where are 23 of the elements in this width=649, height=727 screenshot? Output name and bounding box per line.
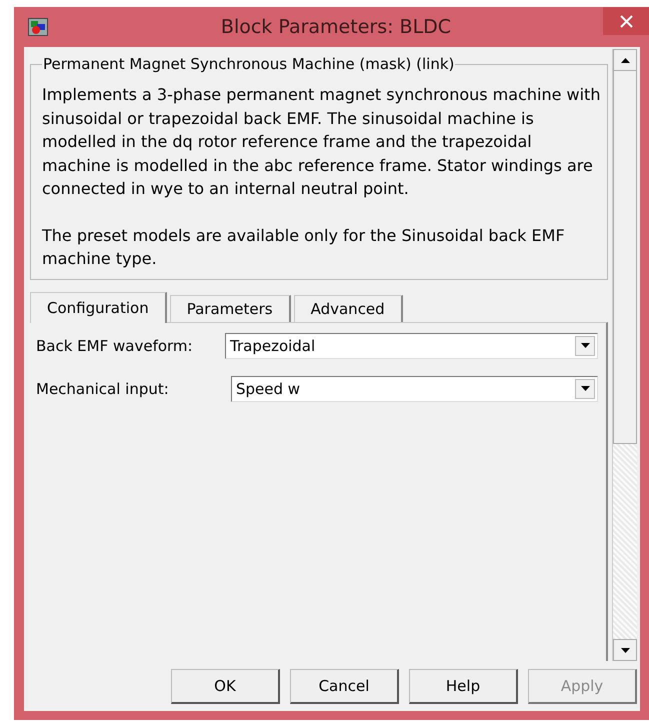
scrollbar[interactable] xyxy=(612,49,637,661)
tab[interactable]: Configuration xyxy=(30,292,167,322)
description-text: The preset models are available only for the Sinusoidal back EMF machine type. xyxy=(42,224,566,270)
dialog-button[interactable]: OK xyxy=(171,668,280,704)
block-diagram-icon xyxy=(28,18,48,36)
caret-icon xyxy=(580,386,590,391)
tab[interactable]: Advanced xyxy=(294,294,403,322)
dialog-button[interactable]: Cancel xyxy=(290,668,399,704)
scroll-thumb[interactable] xyxy=(613,71,637,444)
description-text: Implements a 3-phase permanent magnet synchronous machine with sinusoidal or trapezoidal back EMF. The sinusoidal machine is modelled in the dq rotor reference frame and the trapezoidal machine is modelled in the abc reference frame. Stator windings are connected in wye to an internal neutral point. xyxy=(42,84,601,200)
close-icon xyxy=(620,14,632,28)
dropdown-field[interactable]: Trapezoidal xyxy=(225,332,598,358)
field-label: Back EMF waveform: xyxy=(36,336,193,354)
dropdown-field[interactable]: Speed w xyxy=(231,376,598,402)
close-button[interactable] xyxy=(603,7,649,35)
dialog-button[interactable]: Help xyxy=(409,668,518,704)
window-title: Block Parameters: BLDC xyxy=(220,16,452,38)
field-label: Mechanical input: xyxy=(36,380,169,398)
up-arrow-icon xyxy=(620,58,630,62)
down-arrow-icon xyxy=(620,648,630,652)
group-title: Permanent Magnet Synchronous Machine (mask) (link) xyxy=(42,55,456,73)
caret-icon xyxy=(580,343,590,348)
tab[interactable]: Parameters xyxy=(170,294,291,322)
